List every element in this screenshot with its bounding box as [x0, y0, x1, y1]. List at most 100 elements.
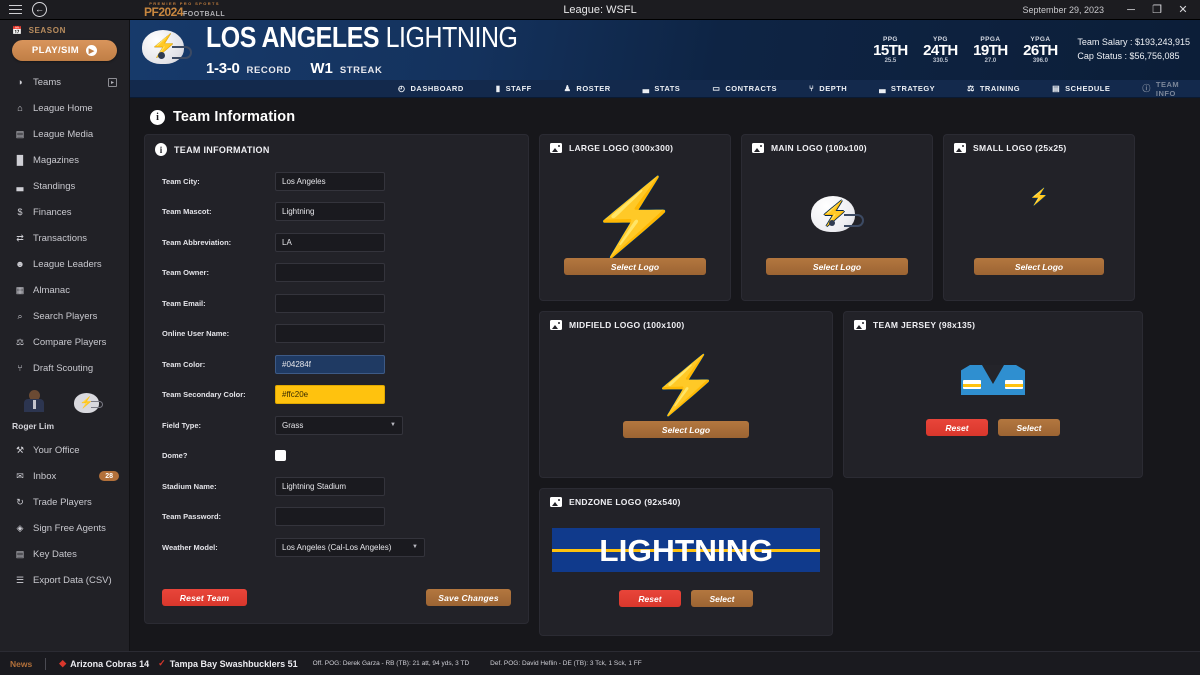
team-mascot-input[interactable]: Lightning	[275, 202, 385, 222]
logo-row-1: LARGE LOGO (300x300) ⚡ Select Logo MAIN …	[539, 134, 1186, 301]
tab-strategy[interactable]: ▃ STRATEGY	[863, 84, 951, 93]
sidebar-item-magazines[interactable]: █ Magazines	[0, 147, 129, 173]
tab-stats[interactable]: ▃ STATS	[627, 84, 697, 93]
sidebar-item-league-home[interactable]: ⌂ League Home	[0, 95, 129, 121]
sidebar-item-compare-players[interactable]: ⚖ Compare Players	[0, 329, 129, 355]
tab-label: ROSTER	[576, 84, 611, 93]
sidebar-item-label: Search Players	[33, 310, 98, 322]
play-sim-button[interactable]: PLAY/SIM ▶	[12, 40, 117, 61]
tab-contracts[interactable]: ▭ CONTRACTS	[696, 84, 793, 93]
sidebar-item-label: Standings	[33, 180, 76, 192]
sidebar-item-export-data[interactable]: ☰ Export Data (CSV)	[0, 567, 129, 593]
stat-value: 15TH	[873, 41, 908, 59]
endzone-reset-button[interactable]: Reset	[619, 590, 681, 607]
tab-label: CONTRACTS	[725, 84, 777, 93]
check-icon: ✓	[158, 658, 166, 668]
media-icon: ▤	[15, 128, 25, 139]
sidebar-item-almanac[interactable]: ▦ Almanac	[0, 277, 129, 303]
ticker-away-score[interactable]: ◆ Arizona Cobras 14	[59, 658, 149, 669]
sidebar-item-key-dates[interactable]: ▤ Key Dates	[0, 541, 129, 567]
sidebar-item-league-leaders[interactable]: ☻ League Leaders	[0, 251, 129, 277]
avatar[interactable]	[23, 389, 45, 417]
field-label: Team Abbreviation:	[162, 237, 232, 247]
field-label: Stadium Name:	[162, 481, 217, 491]
jersey-reset-button[interactable]: Reset	[926, 419, 988, 436]
tab-schedule[interactable]: ▤ SCHEDULE	[1036, 84, 1126, 93]
tab-team-info[interactable]: ⓘ TEAM INFO	[1126, 80, 1195, 98]
main-logo-select-button[interactable]: Select Logo	[766, 258, 908, 275]
teams-expand-icon[interactable]: ▸	[108, 77, 117, 87]
ticker-home-score[interactable]: ✓ Tampa Bay Swashbucklers 51	[158, 658, 297, 669]
team-secondary-color-input[interactable]: #ffc20e	[275, 385, 385, 405]
schedule-icon: ▤	[1052, 84, 1061, 93]
sidebar-item-sign-free-agents[interactable]: ◈ Sign Free Agents	[0, 515, 129, 541]
maximize-button[interactable]: ❐	[1144, 0, 1170, 20]
sidebar-item-teams[interactable]: ◑ Teams ▸	[0, 69, 129, 95]
field-team-color: Team Color: #04284f	[145, 349, 528, 380]
team-name: LOS ANGELES LIGHTNING	[206, 21, 773, 54]
field-label: Team City:	[162, 176, 200, 186]
sidebar-item-label: Draft Scouting	[33, 362, 94, 374]
stat-value: 26TH	[1023, 41, 1058, 59]
endzone-select-button[interactable]: Select	[691, 590, 753, 607]
sidebar-item-transactions[interactable]: ⇄ Transactions	[0, 225, 129, 251]
team-password-input[interactable]	[275, 507, 385, 527]
tab-label: STATS	[654, 84, 681, 93]
team-color-input[interactable]: #04284f	[275, 354, 385, 374]
application-window: ← PREMIER PRO SPORTS PF2024FOOTBALL Leag…	[0, 0, 1200, 675]
save-changes-button[interactable]: Save Changes	[426, 589, 511, 606]
team-city: LOS ANGELES	[206, 21, 380, 54]
sidebar-season-header: 📅 SEASON	[0, 22, 129, 38]
midfield-logo-select-button[interactable]: Select Logo	[623, 421, 749, 438]
sidebar-item-standings[interactable]: ▃ Standings	[0, 173, 129, 199]
tab-staff[interactable]: ▮ STAFF	[480, 84, 548, 93]
sidebar-item-finances[interactable]: $ Finances	[0, 199, 129, 225]
sidebar-item-league-media[interactable]: ▤ League Media	[0, 121, 129, 147]
people-icon: ☻	[15, 259, 25, 269]
online-user-name-input[interactable]	[275, 324, 385, 344]
logo-row-2: MIDFIELD LOGO (100x100) ⚡ Select Logo TE…	[539, 311, 1186, 478]
sidebar-item-draft-scouting[interactable]: ⑂ Draft Scouting	[0, 355, 129, 381]
office-icon: ⚒	[15, 444, 25, 455]
minimize-button[interactable]: ─	[1118, 0, 1144, 20]
sidebar-item-inbox[interactable]: ✉ Inbox 28	[0, 463, 129, 489]
reset-team-button[interactable]: Reset Team	[162, 589, 247, 606]
team-city-input[interactable]: Los Angeles	[275, 171, 385, 191]
back-arrow-icon[interactable]: ←	[32, 2, 47, 17]
tab-label: STRATEGY	[890, 84, 936, 93]
tab-training[interactable]: ⚖ TRAINING	[951, 84, 1036, 93]
tab-label: DASHBOARD	[410, 84, 464, 93]
midfield-logo-preview: ⚡ Select Logo	[540, 336, 832, 460]
calendar-icon: 📅	[12, 26, 23, 35]
sidebar-item-label: Key Dates	[33, 548, 77, 560]
title-bar: ← PREMIER PRO SPORTS PF2024FOOTBALL Leag…	[0, 0, 1200, 20]
weather-model-select[interactable]: Los Angeles (Cal-Los Angeles) ▼	[275, 537, 425, 557]
stat-ypga: YPGA 26TH 396.0	[1015, 36, 1065, 65]
tab-roster[interactable]: ♟ ROSTER	[548, 84, 627, 93]
jersey-select-button[interactable]: Select	[998, 419, 1060, 436]
tab-dashboard[interactable]: ◴ DASHBOARD	[382, 84, 480, 93]
sidebar-item-label: Finances	[33, 206, 72, 218]
sidebar-item-trade-players[interactable]: ↻ Trade Players	[0, 489, 129, 515]
team-owner-input[interactable]	[275, 263, 385, 283]
app-logo-main-text: PF2024	[144, 4, 184, 19]
tab-depth[interactable]: ⑂ DEPTH	[793, 84, 863, 93]
team-jersey-card: TEAM JERSEY (98x135) Reset Select	[843, 311, 1143, 478]
user-profile-block: ⚡	[0, 381, 129, 419]
logo-row-3: ENDZONE LOGO (92x540) LIGHTNING Reset Se…	[539, 488, 1186, 636]
menu-hamburger-icon[interactable]	[9, 4, 22, 15]
close-button[interactable]: ✕	[1170, 0, 1196, 20]
dome-checkbox[interactable]	[275, 450, 286, 462]
field-type-select[interactable]: Grass ▼	[275, 415, 403, 435]
small-logo-select-button[interactable]: Select Logo	[974, 258, 1104, 275]
sidebar-item-your-office[interactable]: ⚒ Your Office	[0, 437, 129, 463]
team-email-input[interactable]	[275, 293, 385, 313]
sidebar-item-search-players[interactable]: ⌕ Search Players	[0, 303, 129, 329]
staff-icon: ▮	[495, 84, 501, 93]
team-abbreviation-input[interactable]: LA	[275, 232, 385, 252]
large-logo-select-button[interactable]: Select Logo	[564, 258, 706, 275]
tab-history[interactable]: ▦ HISTORY	[1195, 84, 1200, 93]
app-logo: PREMIER PRO SPORTS PF2024FOOTBALL	[144, 1, 225, 19]
tab-label: TEAM INFO	[1155, 79, 1180, 98]
stadium-name-input[interactable]: Lightning Stadium	[275, 476, 385, 496]
